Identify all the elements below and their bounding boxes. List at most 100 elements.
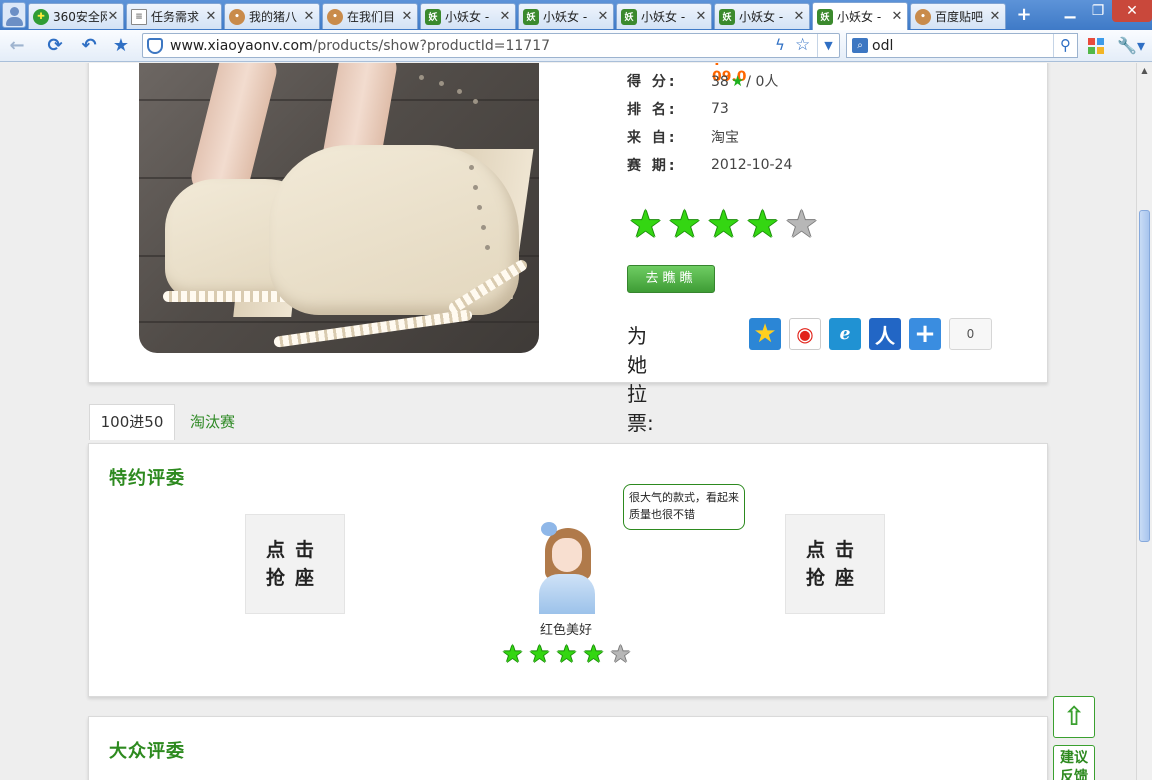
public-judges-card: 大众评委: [88, 716, 1048, 780]
search-input[interactable]: odl: [872, 38, 893, 54]
apps-grid-icon[interactable]: [1088, 38, 1104, 54]
info-row-score: 得 分: 38 ★/ 0人: [627, 71, 927, 91]
share-more-icon[interactable]: +: [909, 318, 941, 350]
go-see-button[interactable]: 去瞧瞧: [627, 265, 715, 293]
tab-label: 在我们目: [347, 10, 396, 24]
tab-close-icon[interactable]: ✕: [793, 9, 805, 24]
tab-close-icon[interactable]: ✕: [401, 9, 413, 24]
browser-tab[interactable]: • 我的猪八 ✕: [224, 3, 320, 29]
tab-label: 小妖女 -: [445, 10, 490, 24]
speed-mode-icon[interactable]: ϟ: [775, 36, 785, 54]
browser-tab[interactable]: 妖 小妖女 - ✕: [420, 3, 516, 29]
tab-elimination[interactable]: 淘汰赛: [190, 411, 235, 432]
search-icon[interactable]: ⚲: [1053, 34, 1077, 57]
address-bar[interactable]: www.xiaoyaonv.com/products/show?productI…: [142, 33, 840, 58]
tab-close-icon[interactable]: ✕: [107, 9, 119, 24]
address-dropdown-icon[interactable]: ▼: [817, 34, 839, 57]
renren-icon[interactable]: 人: [869, 318, 901, 350]
info-key: 赛 期:: [627, 158, 678, 174]
scrollbar-thumb[interactable]: [1139, 210, 1150, 542]
product-rating-stars[interactable]: ★ ★ ★ ★ ★: [627, 205, 820, 243]
grab-seat-button[interactable]: 点击抢座: [245, 514, 345, 614]
address-url[interactable]: www.xiaoyaonv.com/products/show?productI…: [170, 38, 550, 54]
judge-name[interactable]: 红色美好: [513, 619, 619, 638]
star-filled-icon: ★: [528, 640, 551, 668]
star-filled-icon[interactable]: ★: [744, 205, 781, 243]
scroll-up-icon[interactable]: ▲: [1137, 63, 1152, 78]
browser-tab-bar: ✚ 360安全网 ✕ ≡ 任务需求 ✕ • 我的猪八 ✕ • 在我们目 ✕ 妖 …: [0, 0, 1152, 30]
score-voters: / 0人: [746, 74, 779, 90]
restore-icon[interactable]: ❐: [1084, 0, 1112, 22]
grab-seat-button[interactable]: 点击抢座: [785, 514, 885, 614]
browser-tab[interactable]: 妖 小妖女 - ✕: [518, 3, 614, 29]
tab-close-icon[interactable]: ✕: [695, 9, 707, 24]
tab-label: 小妖女 -: [543, 10, 588, 24]
zhubajie-monkey-icon: •: [229, 8, 245, 25]
qzone-icon[interactable]: ★: [749, 318, 781, 350]
sina-weibo-icon[interactable]: ◉: [789, 318, 821, 350]
tab-close-icon[interactable]: ✕: [989, 9, 1001, 24]
grab-seat-label: 点击抢座: [805, 539, 864, 589]
share-count: 0: [949, 318, 992, 350]
new-tab-button[interactable]: +: [1012, 4, 1036, 26]
browser-tab[interactable]: • 在我们目 ✕: [322, 3, 418, 29]
xiaoyaonv-site-icon: 妖: [817, 8, 833, 25]
tools-wrench-icon[interactable]: 🔧▾: [1116, 34, 1146, 58]
browser-tab[interactable]: ✚ 360安全网 ✕: [28, 3, 124, 29]
score-value: 38: [711, 74, 729, 90]
star-empty-icon[interactable]: ★: [783, 205, 820, 243]
star-empty-icon: ★: [609, 640, 632, 668]
window-close-icon[interactable]: ✕: [1112, 0, 1152, 22]
tab-round-100-to-50[interactable]: 100进50: [89, 404, 175, 440]
section-title: 大众评委: [109, 741, 185, 762]
tab-label: 百度贴吧: [935, 10, 984, 24]
judge-avatar[interactable]: [533, 514, 599, 614]
star-filled-icon[interactable]: ★: [627, 205, 664, 243]
star-filled-icon: ★: [555, 640, 578, 668]
search-engine-icon[interactable]: ⌕: [852, 38, 868, 53]
browser-tab[interactable]: 妖 小妖女 - ✕: [616, 3, 712, 29]
tab-close-icon[interactable]: ✕: [891, 9, 903, 24]
star-filled-icon[interactable]: ★: [705, 205, 742, 243]
minimize-icon[interactable]: ▁: [1056, 0, 1084, 22]
browser-tab[interactable]: 妖 小妖女 - ✕: [714, 3, 810, 29]
feedback-button[interactable]: 建议反馈: [1053, 745, 1095, 780]
search-box[interactable]: ⌕ odl ⚲: [846, 33, 1078, 58]
tencent-weibo-icon[interactable]: ℯ: [829, 318, 861, 350]
360-safe-icon: ✚: [33, 8, 49, 25]
tab-close-icon[interactable]: ✕: [205, 9, 217, 24]
browser-tab[interactable]: • 百度贴吧 ✕: [910, 3, 1006, 29]
info-value: 38 ★/ 0人: [711, 71, 778, 91]
browser-tab-active[interactable]: 妖 小妖女 - ✕: [812, 2, 908, 30]
tab-label: 任务需求: [151, 10, 200, 24]
section-title: 特约评委: [109, 468, 185, 489]
tab-close-icon[interactable]: ✕: [499, 9, 511, 24]
star-filled-icon: ★: [582, 640, 605, 668]
product-card: ¥ 09.0 得 分: 38★/ 0人 排 名: 73 来 自: 淘宝 赛 期:…: [88, 63, 1048, 435]
back-to-top-icon[interactable]: ⇧: [1053, 696, 1095, 738]
info-key: 得 分:: [627, 74, 678, 90]
page-scrollbar[interactable]: ▲: [1136, 63, 1152, 780]
tab-close-icon[interactable]: ✕: [303, 9, 315, 24]
bookmark-star-icon[interactable]: ☆: [795, 35, 810, 55]
tab-label: 360安全网: [53, 10, 107, 24]
security-shield-icon: [147, 38, 163, 54]
undo-icon[interactable]: ↶: [76, 34, 102, 58]
url-path: /products/show?productId=11717: [312, 38, 551, 54]
tab-label: 小妖女 -: [641, 10, 686, 24]
info-value: 73: [711, 101, 729, 117]
xiaoyaonv-site-icon: 妖: [719, 8, 735, 25]
info-row-period: 赛 期: 2012-10-24: [627, 155, 927, 175]
favorites-star-icon[interactable]: ★: [108, 34, 134, 58]
xiaoyaonv-site-icon: 妖: [523, 8, 539, 25]
vote-label: 为她拉票:: [627, 324, 654, 435]
star-filled-icon[interactable]: ★: [666, 205, 703, 243]
page-viewport: ¥ 09.0 得 分: 38★/ 0人 排 名: 73 来 自: 淘宝 赛 期:…: [0, 63, 1136, 780]
product-photo[interactable]: [139, 63, 539, 353]
browser-tab[interactable]: ≡ 任务需求 ✕: [126, 3, 222, 29]
green-star-icon: ★: [730, 72, 745, 90]
tab-close-icon[interactable]: ✕: [597, 9, 609, 24]
refresh-icon[interactable]: ⟳: [42, 34, 68, 58]
back-arrow-icon[interactable]: ←: [4, 34, 30, 58]
user-profile-icon[interactable]: [2, 2, 26, 28]
